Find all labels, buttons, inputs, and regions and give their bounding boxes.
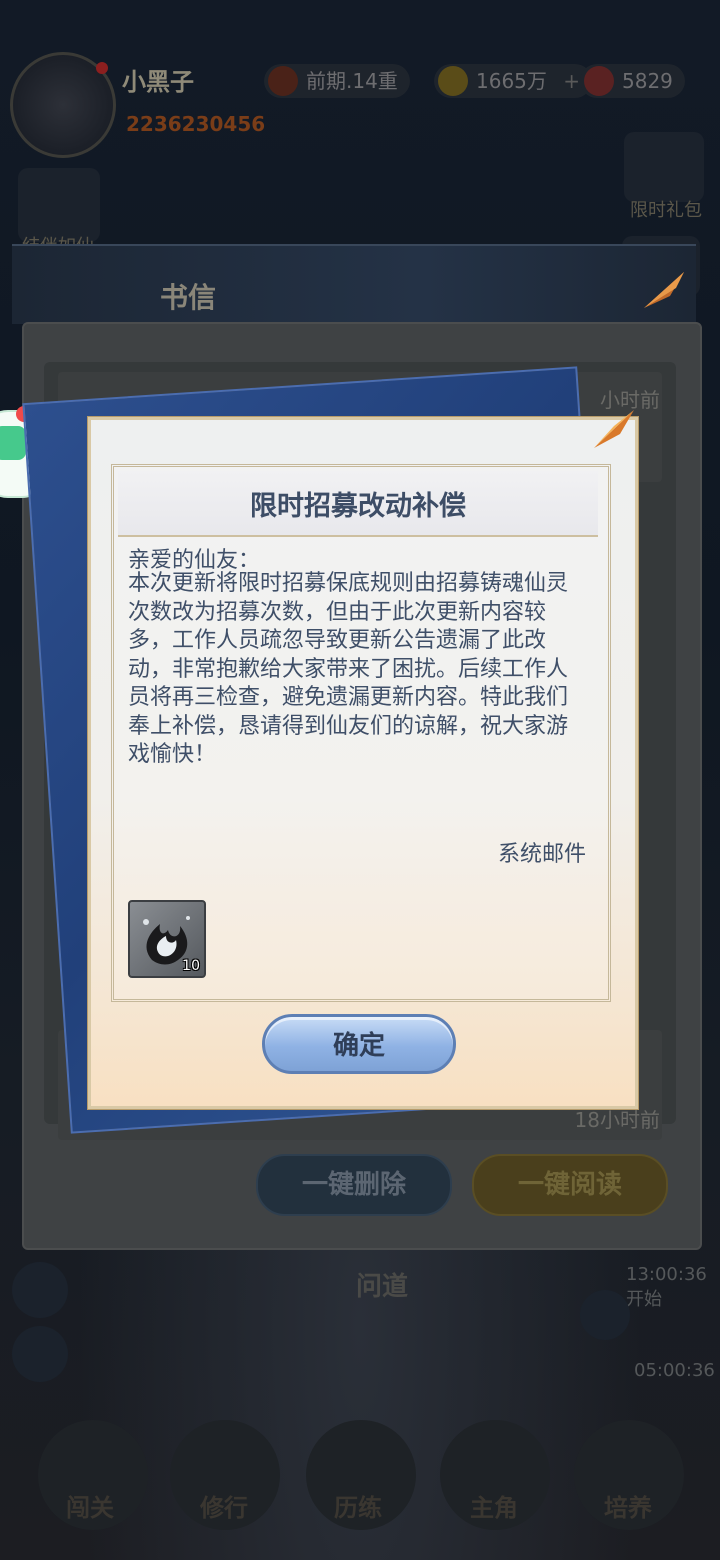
notification-dot — [96, 62, 108, 74]
resource-gem[interactable]: 5829 — [580, 64, 685, 98]
gem-icon — [584, 66, 614, 96]
player-name: 小黑子 — [122, 68, 194, 96]
limited-pack-button[interactable] — [624, 132, 704, 202]
nav-adventure-label: 历练 — [334, 1494, 382, 1522]
settings-button[interactable] — [580, 1290, 630, 1340]
companion-button[interactable] — [18, 168, 100, 242]
confirm-button[interactable]: 确定 — [262, 1014, 456, 1074]
assistant-face-icon — [0, 426, 26, 460]
add-coin-button[interactable]: + — [563, 69, 580, 93]
event-timer-start: 13:00:36开始 — [626, 1264, 707, 1310]
read-all-button[interactable]: 一键阅读 — [472, 1154, 668, 1216]
reward-item[interactable]: 10 — [128, 900, 206, 978]
event-timer: 05:00:36 — [634, 1360, 715, 1381]
nav-train-label: 培养 — [604, 1494, 652, 1522]
friends-button[interactable] — [12, 1262, 68, 1318]
delete-all-button[interactable]: 一键删除 — [256, 1154, 452, 1216]
nav-hero-label: 主角 — [470, 1494, 518, 1522]
reward-count: 10 — [182, 958, 200, 974]
resource-realm[interactable]: 前期.14重 — [264, 64, 410, 98]
resource-coin-value: 1665万 — [476, 69, 547, 93]
player-id: 2236230456 — [126, 112, 266, 136]
letter-title: 限时招募改动补偿 — [250, 491, 466, 522]
decor-arrow-icon — [644, 272, 684, 308]
resource-coin[interactable]: 1665万 + — [434, 64, 593, 98]
letter-body: 本次更新将限时招募保底规则由招募铸魂仙灵次数改为招募次数，但由于此次更新内容较多… — [128, 571, 569, 767]
nav-cultivate-label: 修行 — [200, 1494, 248, 1522]
realm-icon — [268, 66, 298, 96]
resource-realm-value: 前期.14重 — [306, 69, 398, 93]
decor-arrow-icon — [594, 410, 634, 448]
nav-stage-label: 闯关 — [66, 1494, 114, 1522]
mail-button[interactable] — [12, 1326, 68, 1382]
resource-gem-value: 5829 — [622, 69, 673, 93]
path-title: 问道 — [356, 1272, 409, 1302]
limited-pack-label: 限时礼包 — [630, 200, 702, 221]
top-bar: 小黑子 2236230456 前期.14重 1665万 + 5829 — [0, 0, 720, 158]
letter-signature: 系统邮件 — [497, 842, 586, 867]
coin-icon — [438, 66, 468, 96]
mail-header — [12, 244, 696, 324]
mail-window-title: 书信 — [160, 281, 217, 314]
